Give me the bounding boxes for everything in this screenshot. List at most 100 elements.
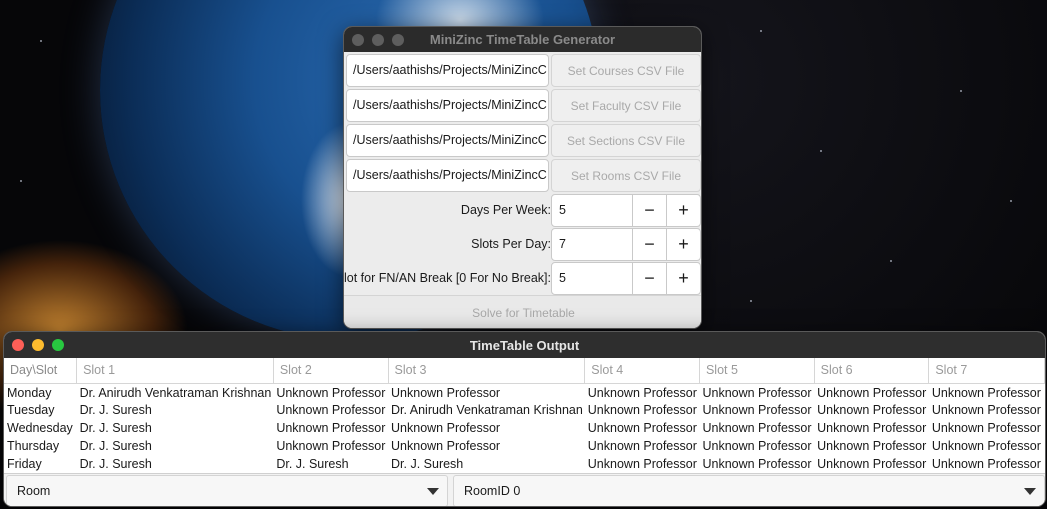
star: [890, 260, 892, 262]
table-cell: Unknown Professor: [817, 457, 927, 471]
table-cell: Unknown Professor: [702, 403, 812, 417]
window-controls: [12, 339, 64, 351]
table-cell: Unknown Professor: [817, 403, 927, 417]
generator-titlebar[interactable]: MiniZinc TimeTable Generator: [344, 27, 701, 52]
table-cell: Dr. J. Suresh: [79, 421, 152, 435]
table-cell: Unknown Professor: [587, 386, 697, 401]
set-sections-button[interactable]: Set Sections CSV File: [551, 124, 701, 157]
courses-path-field[interactable]: /Users/aathishs/Projects/MiniZincC: [346, 54, 549, 87]
table-cell: Dr. J. Suresh: [79, 457, 152, 471]
star: [760, 30, 762, 32]
day-cell: Wednesday: [7, 421, 73, 435]
rooms-path-field[interactable]: /Users/aathishs/Projects/MiniZincC: [346, 159, 549, 192]
table-cell: Dr. Anirudh Venkatraman Krishnan: [79, 386, 272, 401]
table-cell: Unknown Professor: [391, 439, 501, 453]
close-button[interactable]: [352, 34, 364, 46]
faculty-path-field[interactable]: /Users/aathishs/Projects/MiniZincC: [346, 89, 549, 122]
set-courses-button[interactable]: Set Courses CSV File: [551, 54, 701, 87]
column-header[interactable]: Slot 1: [76, 358, 274, 384]
days-increment-button[interactable]: +: [666, 194, 701, 227]
table-cell: Unknown Professor: [702, 386, 812, 401]
table-row[interactable]: Thursday Dr. J. Suresh Unknown Professor…: [4, 437, 1045, 455]
output-titlebar[interactable]: TimeTable Output: [4, 332, 1045, 358]
column-header[interactable]: Slot 2: [273, 358, 389, 384]
day-cell: Monday: [7, 386, 52, 401]
star: [750, 300, 752, 302]
column-header[interactable]: Slot 6: [814, 358, 930, 384]
table-cell: Dr. J. Suresh: [79, 403, 152, 417]
days-per-week-field[interactable]: 5: [551, 194, 633, 227]
column-header[interactable]: Day\Slot: [4, 358, 78, 384]
table-cell: Unknown Professor: [391, 421, 501, 435]
star: [960, 90, 962, 92]
column-header[interactable]: Slot 4: [584, 358, 700, 384]
table-cell: Unknown Professor: [702, 421, 812, 435]
slots-increment-button[interactable]: +: [666, 228, 701, 261]
zoom-button[interactable]: [392, 34, 404, 46]
table-cell: Unknown Professor: [587, 439, 697, 453]
chevron-down-icon[interactable]: [1024, 488, 1036, 495]
table-cell: Unknown Professor: [931, 439, 1041, 453]
set-rooms-button[interactable]: Set Rooms CSV File: [551, 159, 701, 192]
minimize-button[interactable]: [372, 34, 384, 46]
sections-path-field[interactable]: /Users/aathishs/Projects/MiniZincC: [346, 124, 549, 157]
slots-per-day-label: Slots Per Day:: [471, 237, 551, 251]
room-select-value: RoomID 0: [464, 484, 521, 498]
table-row[interactable]: Friday Dr. J. Suresh Dr. J. Suresh Dr. J…: [4, 455, 1045, 473]
table-cell: Unknown Professor: [817, 421, 927, 435]
view-type-select[interactable]: Room: [6, 475, 448, 506]
table-cell: Unknown Professor: [702, 439, 812, 453]
break-decrement-button[interactable]: −: [632, 262, 667, 295]
table-cell: Unknown Professor: [276, 403, 386, 417]
table-cell: Unknown Professor: [391, 386, 501, 401]
table-cell: Unknown Professor: [817, 439, 927, 453]
table-cell: Unknown Professor: [702, 457, 812, 471]
generator-window: MiniZinc TimeTable Generator /Users/aath…: [343, 26, 702, 329]
column-header[interactable]: Slot 5: [699, 358, 815, 384]
table-row[interactable]: Wednesday Dr. J. Suresh Unknown Professo…: [4, 419, 1045, 437]
solve-button[interactable]: Solve for Timetable: [344, 295, 701, 328]
table-cell: Unknown Professor: [931, 386, 1041, 401]
output-window: TimeTable Output Day\Slot Slot 1 Slot 2 …: [3, 331, 1046, 507]
table-cell: Unknown Professor: [276, 439, 386, 453]
break-increment-button[interactable]: +: [666, 262, 701, 295]
day-cell: Friday: [7, 457, 42, 471]
slots-decrement-button[interactable]: −: [632, 228, 667, 261]
break-slot-field[interactable]: 5: [551, 262, 633, 295]
zoom-button[interactable]: [52, 339, 64, 351]
break-slot-label: Slot for FN/AN Break [0 For No Break]:: [343, 271, 551, 285]
view-type-value: Room: [17, 484, 51, 498]
table-cell: Unknown Professor: [587, 403, 697, 417]
days-decrement-button[interactable]: −: [632, 194, 667, 227]
chevron-down-icon[interactable]: [427, 488, 439, 495]
column-header[interactable]: Slot 7: [928, 358, 1045, 384]
table-cell: Unknown Professor: [931, 457, 1041, 471]
star: [1010, 200, 1012, 202]
slots-per-day-field[interactable]: 7: [551, 228, 633, 261]
table-cell: Unknown Professor: [587, 457, 697, 471]
star: [40, 40, 42, 42]
selector-bar: Room RoomID 0: [4, 473, 1045, 506]
close-button[interactable]: [12, 339, 24, 351]
window-controls: [352, 34, 404, 46]
timetable-header-row: Day\Slot Slot 1 Slot 2 Slot 3 Slot 4 Slo…: [4, 358, 1045, 384]
table-cell: Unknown Professor: [587, 421, 697, 435]
generator-title: MiniZinc TimeTable Generator: [429, 32, 616, 47]
star: [820, 150, 822, 152]
timetable-grid: Day\Slot Slot 1 Slot 2 Slot 3 Slot 4 Slo…: [4, 358, 1045, 473]
room-select[interactable]: RoomID 0: [453, 475, 1045, 506]
day-cell: Tuesday: [7, 403, 55, 417]
table-row[interactable]: Monday Dr. Anirudh Venkatraman Krishnan …: [4, 383, 1045, 401]
days-per-week-label: Days Per Week:: [460, 203, 551, 217]
minimize-button[interactable]: [32, 339, 44, 351]
column-header[interactable]: Slot 3: [388, 358, 586, 384]
table-cell: Unknown Professor: [817, 386, 927, 401]
table-cell: Unknown Professor: [931, 403, 1041, 417]
table-row[interactable]: Tuesday Dr. J. Suresh Unknown Professor …: [4, 401, 1045, 419]
star: [20, 180, 22, 182]
table-cell: Dr. J. Suresh: [79, 439, 152, 453]
output-title: TimeTable Output: [469, 337, 580, 353]
table-cell: Dr. J. Suresh: [276, 457, 349, 471]
day-cell: Thursday: [7, 439, 60, 453]
set-faculty-button[interactable]: Set Faculty CSV File: [551, 89, 701, 122]
